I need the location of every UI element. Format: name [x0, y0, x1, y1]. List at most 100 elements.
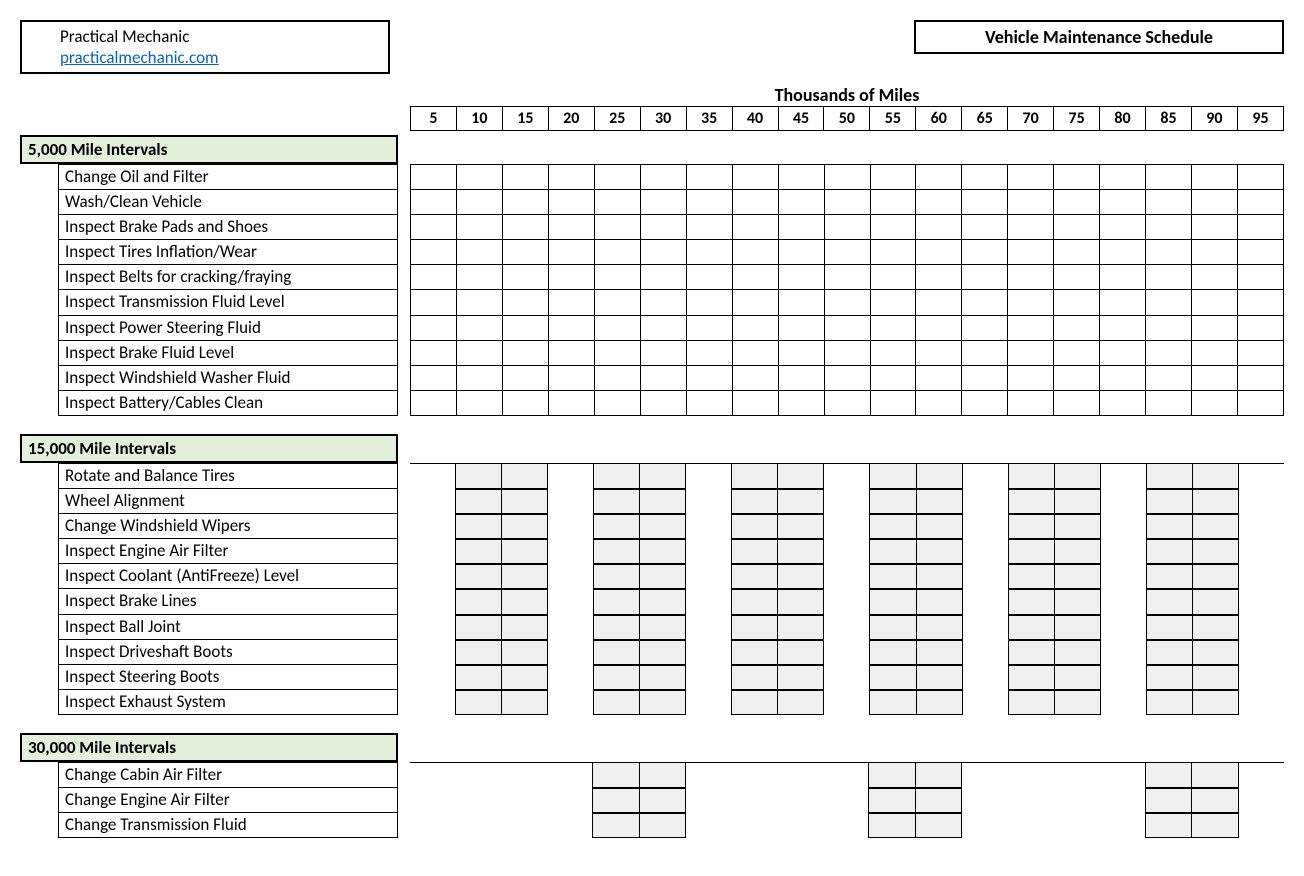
grid-cell[interactable]: [1100, 240, 1146, 265]
grid-cell[interactable]: [455, 564, 502, 589]
grid-cell[interactable]: [410, 341, 457, 366]
grid-cell[interactable]: [410, 164, 457, 190]
grid-cell[interactable]: [502, 514, 548, 539]
grid-cell[interactable]: [1101, 665, 1146, 690]
grid-cell[interactable]: [871, 164, 917, 190]
grid-cell[interactable]: [1192, 762, 1239, 788]
grid-cell[interactable]: [1146, 539, 1193, 564]
grid-cell[interactable]: [640, 690, 686, 715]
grid-cell[interactable]: [640, 514, 686, 539]
grid-cell[interactable]: [825, 366, 871, 391]
grid-cell[interactable]: [502, 640, 548, 665]
grid-cell[interactable]: [549, 265, 595, 290]
grid-cell[interactable]: [1146, 391, 1192, 416]
grid-cell[interactable]: [410, 640, 455, 665]
grid-cell[interactable]: [1145, 813, 1193, 838]
grid-cell[interactable]: [1192, 265, 1238, 290]
grid-cell[interactable]: [917, 463, 963, 489]
grid-cell[interactable]: [457, 316, 503, 341]
grid-cell[interactable]: [731, 539, 778, 564]
grid-cell[interactable]: [595, 215, 641, 240]
grid-cell[interactable]: [455, 665, 502, 690]
grid-cell[interactable]: [640, 564, 686, 589]
grid-cell[interactable]: [1054, 190, 1100, 215]
grid-cell[interactable]: [457, 290, 503, 315]
grid-cell[interactable]: [962, 265, 1008, 290]
grid-cell[interactable]: [593, 665, 640, 690]
grid-cell[interactable]: [962, 316, 1008, 341]
grid-cell[interactable]: [455, 514, 502, 539]
grid-cell[interactable]: [869, 489, 916, 514]
grid-cell[interactable]: [503, 240, 549, 265]
grid-cell[interactable]: [1192, 813, 1239, 838]
grid-cell[interactable]: [916, 240, 962, 265]
grid-cell[interactable]: [1101, 589, 1146, 614]
grid-cell[interactable]: [733, 316, 779, 341]
grid-cell[interactable]: [823, 813, 869, 838]
grid-cell[interactable]: [410, 489, 455, 514]
grid-cell[interactable]: [410, 463, 455, 489]
grid-cell[interactable]: [593, 514, 640, 539]
grid-cell[interactable]: [917, 640, 963, 665]
grid-cell[interactable]: [731, 665, 778, 690]
grid-cell[interactable]: [1193, 640, 1239, 665]
grid-cell[interactable]: [1146, 564, 1193, 589]
grid-cell[interactable]: [825, 215, 871, 240]
grid-cell[interactable]: [640, 665, 686, 690]
grid-cell[interactable]: [778, 615, 824, 640]
grid-cell[interactable]: [778, 539, 824, 564]
grid-cell[interactable]: [1100, 366, 1146, 391]
grid-cell[interactable]: [502, 615, 548, 640]
grid-cell[interactable]: [548, 463, 593, 489]
grid-cell[interactable]: [733, 215, 779, 240]
grid-cell[interactable]: [686, 589, 731, 614]
grid-cell[interactable]: [549, 316, 595, 341]
grid-cell[interactable]: [733, 240, 779, 265]
grid-cell[interactable]: [963, 690, 1008, 715]
grid-cell[interactable]: [502, 489, 548, 514]
grid-cell[interactable]: [1054, 240, 1100, 265]
grid-cell[interactable]: [871, 391, 917, 416]
grid-cell[interactable]: [410, 514, 455, 539]
grid-cell[interactable]: [869, 589, 916, 614]
grid-cell[interactable]: [1192, 316, 1238, 341]
grid-cell[interactable]: [1055, 690, 1101, 715]
grid-cell[interactable]: [503, 341, 549, 366]
grid-cell[interactable]: [871, 316, 917, 341]
grid-cell[interactable]: [457, 164, 503, 190]
grid-cell[interactable]: [1055, 665, 1101, 690]
grid-cell[interactable]: [502, 463, 548, 489]
grid-cell[interactable]: [410, 615, 455, 640]
grid-cell[interactable]: [457, 240, 503, 265]
grid-cell[interactable]: [410, 762, 456, 788]
grid-cell[interactable]: [917, 690, 963, 715]
grid-cell[interactable]: [732, 813, 778, 838]
grid-cell[interactable]: [593, 564, 640, 589]
grid-cell[interactable]: [1100, 164, 1146, 190]
grid-cell[interactable]: [1239, 813, 1285, 838]
grid-cell[interactable]: [1053, 762, 1099, 788]
grid-cell[interactable]: [548, 514, 593, 539]
grid-cell[interactable]: [916, 762, 963, 788]
grid-cell[interactable]: [733, 290, 779, 315]
grid-cell[interactable]: [1099, 762, 1145, 788]
grid-cell[interactable]: [503, 265, 549, 290]
grid-cell[interactable]: [962, 762, 1008, 788]
grid-cell[interactable]: [503, 366, 549, 391]
grid-cell[interactable]: [641, 265, 687, 290]
grid-cell[interactable]: [457, 265, 503, 290]
grid-cell[interactable]: [549, 290, 595, 315]
grid-cell[interactable]: [640, 762, 687, 788]
grid-cell[interactable]: [1008, 640, 1055, 665]
grid-cell[interactable]: [593, 640, 640, 665]
grid-cell[interactable]: [778, 463, 824, 489]
grid-cell[interactable]: [1238, 341, 1284, 366]
grid-cell[interactable]: [548, 539, 593, 564]
grid-cell[interactable]: [1146, 463, 1193, 489]
grid-cell[interactable]: [1054, 290, 1100, 315]
grid-cell[interactable]: [1101, 690, 1146, 715]
grid-cell[interactable]: [1239, 463, 1284, 489]
grid-cell[interactable]: [687, 265, 733, 290]
grid-cell[interactable]: [1008, 762, 1054, 788]
grid-cell[interactable]: [824, 665, 869, 690]
